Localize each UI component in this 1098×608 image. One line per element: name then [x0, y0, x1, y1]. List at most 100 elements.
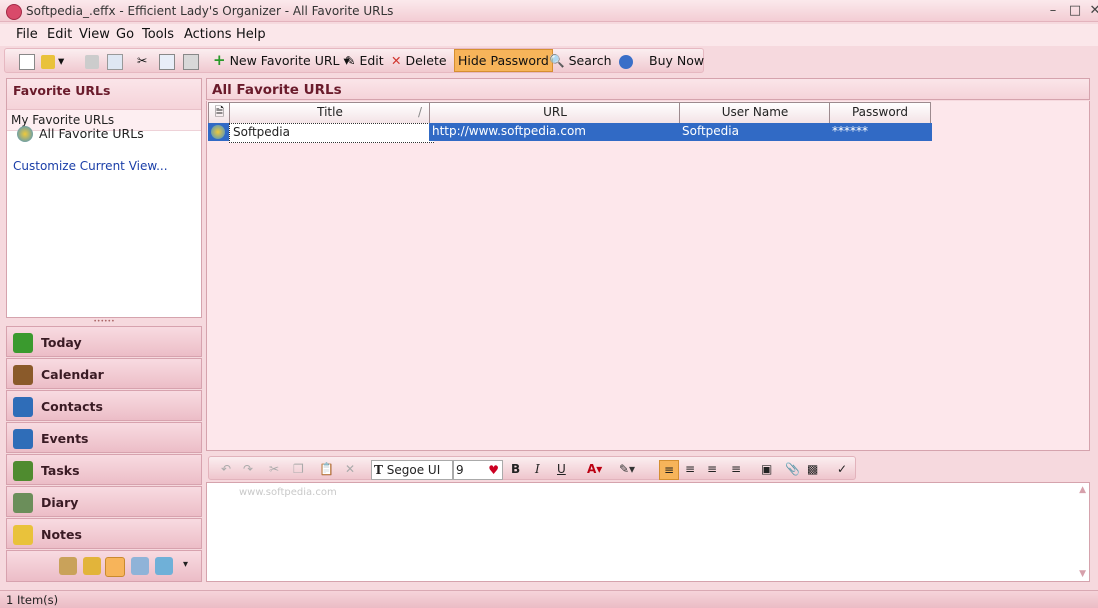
open-folder-icon[interactable]: ▾ — [41, 49, 64, 72]
nav-diary[interactable]: Diary — [6, 486, 202, 517]
bold-button[interactable]: B — [511, 460, 520, 478]
minimize-button[interactable]: – — [1042, 2, 1064, 19]
insert-object-icon[interactable]: ▩ — [807, 460, 818, 478]
cell-user-name[interactable]: Softpedia — [679, 123, 832, 141]
delete-label: Delete — [405, 53, 447, 68]
favorite-urls-icon[interactable] — [105, 557, 125, 577]
view-header: All Favorite URLs — [206, 78, 1090, 100]
calendar-icon — [13, 365, 33, 385]
paste-format-icon[interactable]: 📋 — [319, 460, 334, 478]
notes-editor[interactable]: www.softpedia.com ▲ ▼ — [206, 482, 1090, 582]
more-chevron-icon[interactable]: ▾ — [183, 559, 188, 570]
table-row[interactable]: Softpedia http://www.softpedia.com Softp… — [208, 123, 932, 143]
align-left-button[interactable]: ≡ — [659, 460, 679, 480]
menu-bar: File Edit View Go Tools Actions Help — [0, 24, 1098, 46]
events-icon — [13, 429, 33, 449]
font-color-icon[interactable]: A▾ — [587, 460, 602, 478]
buy-now-button[interactable]: Buy Now — [649, 49, 704, 72]
new-favorite-url-button[interactable]: + New Favorite URL ▾ — [213, 49, 350, 72]
align-center-button[interactable]: ≡ — [685, 460, 695, 478]
delete-format-icon[interactable]: ✕ — [345, 460, 355, 478]
font-select[interactable]: T Segoe UI ♥ — [371, 460, 453, 495]
menu-help[interactable]: Help — [236, 27, 266, 42]
nav-events[interactable]: Events — [6, 422, 202, 453]
cell-password[interactable]: ****** — [829, 123, 932, 141]
undo-icon[interactable]: ↶ — [221, 460, 231, 478]
customize-view-link[interactable]: Customize Current View... — [13, 159, 168, 173]
help-icon[interactable] — [619, 49, 636, 72]
menu-go[interactable]: Go — [116, 27, 134, 42]
copy-icon[interactable] — [159, 49, 178, 72]
search-small-icon[interactable] — [131, 557, 149, 575]
search-label: Search — [568, 53, 612, 68]
cell-title[interactable]: Softpedia — [229, 123, 434, 143]
delete-x-icon: ✕ — [391, 53, 402, 68]
clipboard-icon[interactable] — [59, 557, 77, 575]
plus-icon: + — [213, 51, 226, 69]
print-preview-icon[interactable] — [107, 49, 126, 72]
folder-pane: Favorite URLs My Favorite URLs All Favor… — [6, 78, 202, 318]
globe-icon — [17, 126, 33, 142]
column-user-name[interactable]: User Name — [679, 102, 831, 124]
new-favorite-url-label: New Favorite URL — [229, 53, 340, 68]
folder-label: All Favorite URLs — [39, 126, 144, 141]
status-bar: 1 Item(s) — [0, 590, 1098, 608]
column-title[interactable]: Title / — [229, 102, 431, 124]
app-icon — [6, 4, 22, 20]
window-title: Softpedia_.effx - Efficient Lady's Organ… — [26, 4, 394, 18]
sync-icon[interactable] — [155, 557, 173, 575]
underline-button[interactable]: U — [557, 460, 566, 478]
spellcheck-icon[interactable]: ✓ — [837, 460, 847, 478]
copy-format-icon[interactable]: ❐ — [293, 460, 304, 478]
menu-tools[interactable]: Tools — [142, 27, 174, 42]
tasks-check-icon — [13, 461, 33, 481]
nav-today[interactable]: Today — [6, 326, 202, 357]
url-grid: 🗎 Title / URL User Name Password Softpedi… — [206, 101, 1090, 451]
column-url[interactable]: URL — [429, 102, 681, 124]
view-title: All Favorite URLs — [212, 82, 342, 98]
italic-button[interactable]: I — [535, 460, 540, 478]
search-icon: 🔍 — [549, 53, 565, 68]
nav-calendar[interactable]: Calendar — [6, 358, 202, 389]
paste-icon[interactable] — [183, 49, 202, 72]
insert-image-icon[interactable]: ▣ — [761, 460, 772, 478]
align-right-button[interactable]: ≡ — [707, 460, 717, 478]
scroll-up-icon[interactable]: ▲ — [1079, 485, 1086, 495]
folder-all-favorite-urls[interactable]: All Favorite URLs — [11, 124, 148, 146]
nav-tasks[interactable]: Tasks — [6, 454, 202, 485]
maximize-button[interactable]: □ — [1064, 2, 1086, 19]
nav-contacts[interactable]: Contacts — [6, 390, 202, 421]
cut-icon[interactable]: ✂ — [137, 49, 147, 72]
format-toolbar: ↶ ↷ ✂ ❐ 📋 ✕ T Segoe UI ♥ 9♥ B I U A▾ ✎▾ … — [208, 456, 856, 495]
new-file-icon[interactable] — [19, 49, 38, 72]
delete-button[interactable]: ✕ Delete — [391, 49, 447, 72]
menu-view[interactable]: View — [79, 27, 110, 42]
highlight-icon[interactable]: ✎▾ — [619, 460, 635, 478]
cell-url[interactable]: http://www.softpedia.com — [429, 123, 682, 141]
edit-button[interactable]: ✎ Edit — [345, 49, 384, 72]
splitter-handle[interactable]: •••••• — [6, 318, 202, 325]
font-t-icon: T — [374, 463, 383, 477]
scroll-down-icon[interactable]: ▼ — [1079, 569, 1086, 579]
menu-actions[interactable]: Actions — [184, 27, 232, 42]
justify-button[interactable]: ≡ — [731, 460, 741, 478]
redo-icon[interactable]: ↷ — [243, 460, 253, 478]
hide-password-button[interactable]: Hide Password — [454, 49, 553, 72]
heart-dropdown-icon: ♥ — [488, 463, 499, 477]
key-icon[interactable] — [83, 557, 101, 575]
menu-file[interactable]: File — [16, 27, 38, 42]
print-icon[interactable] — [85, 49, 102, 72]
main-toolbar: ▾ ✂ + New Favorite URL ▾ ✎ Edit ✕ Delete… — [4, 48, 704, 73]
column-icon-header[interactable]: 🗎 — [208, 102, 231, 124]
pencil-icon: ✎ — [345, 53, 356, 68]
search-button[interactable]: 🔍 Search — [549, 49, 612, 72]
close-button[interactable]: ✕ — [1084, 2, 1098, 19]
title-bar: Softpedia_.effx - Efficient Lady's Organ… — [0, 0, 1098, 22]
diary-icon — [13, 493, 33, 513]
attach-icon[interactable]: 📎 — [785, 460, 800, 478]
font-size-select[interactable]: 9 ♥ — [453, 460, 503, 480]
nav-notes[interactable]: Notes — [6, 518, 202, 549]
column-password[interactable]: Password — [829, 102, 931, 124]
menu-edit[interactable]: Edit — [47, 27, 72, 42]
cut-format-icon[interactable]: ✂ — [269, 460, 279, 478]
